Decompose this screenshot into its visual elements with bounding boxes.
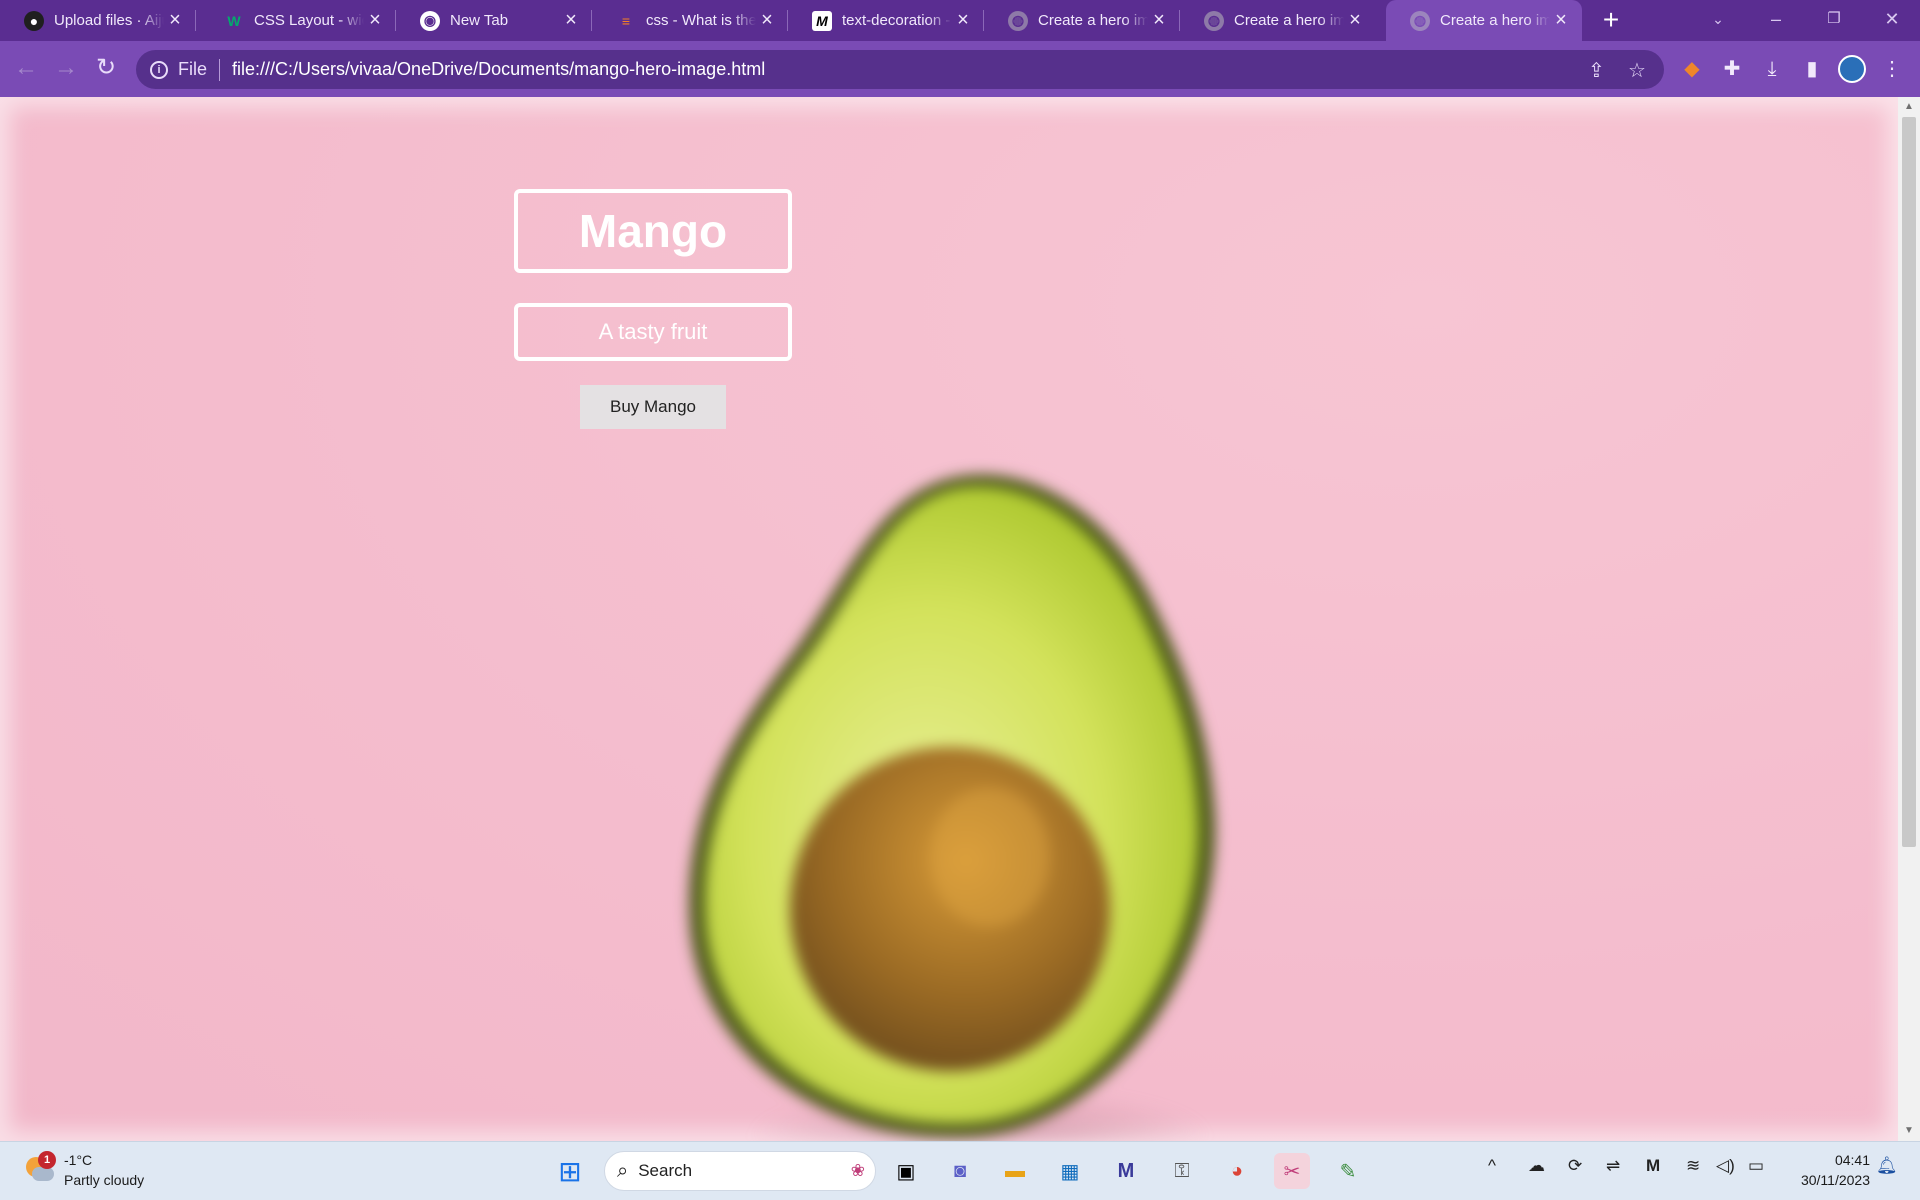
- tab-stackoverflow[interactable]: ≡ css - What is the ×: [592, 0, 788, 41]
- hero-subtitle: A tasty fruit: [514, 303, 792, 361]
- github-icon: ●: [24, 10, 44, 31]
- close-tab-icon[interactable]: ×: [1148, 9, 1170, 32]
- weather-widget[interactable]: 1 -1°C Partly cloudy: [22, 1150, 144, 1190]
- wifi-icon[interactable]: ≋: [1686, 1156, 1700, 1176]
- task-view-icon[interactable]: ▣: [888, 1153, 924, 1189]
- scrollbar-thumb[interactable]: [1902, 117, 1916, 847]
- info-icon[interactable]: i: [150, 60, 168, 79]
- tab-title: CSS Layout - wid: [254, 12, 364, 29]
- scheme-label: File: [178, 59, 208, 79]
- weather-temperature: -1°C: [64, 1152, 93, 1168]
- close-tab-icon[interactable]: ×: [560, 9, 582, 32]
- taskbar-search[interactable]: ⌕ Search ❀: [604, 1151, 876, 1191]
- tab-upload-files[interactable]: ● Upload files · Aiju ×: [0, 0, 196, 41]
- notifications-bell-icon[interactable]: 🔔︎: [1876, 1156, 1898, 1176]
- avocado-image: [689, 474, 1216, 1141]
- mdn-icon: M: [812, 10, 832, 31]
- mail-tray-icon[interactable]: M: [1646, 1156, 1660, 1176]
- key-app-icon[interactable]: ⚿: [1164, 1153, 1200, 1189]
- new-tab-button[interactable]: +: [1596, 6, 1626, 36]
- downloads-icon[interactable]: ⤓: [1756, 53, 1788, 85]
- side-panel-icon[interactable]: ▮: [1796, 53, 1828, 85]
- reload-button[interactable]: ↻: [88, 51, 124, 87]
- windows-start-icon[interactable]: ⊞: [552, 1153, 588, 1189]
- scroll-down-arrow[interactable]: ▼: [1902, 1125, 1916, 1136]
- settings-sliders-icon[interactable]: ⇌: [1606, 1156, 1620, 1176]
- tab-title: Create a hero im: [1038, 12, 1148, 29]
- minimize-button[interactable]: –: [1748, 0, 1804, 41]
- hero-title: Mango: [514, 189, 792, 273]
- address-divider: [219, 58, 221, 81]
- bookmark-star-icon[interactable]: ☆: [1628, 58, 1646, 83]
- hero-text: Mango A tasty fruit Buy Mango: [514, 189, 792, 429]
- close-tab-icon[interactable]: ×: [364, 9, 386, 32]
- sync-icon[interactable]: ⟳: [1568, 1156, 1582, 1176]
- close-window-button[interactable]: ✕: [1864, 0, 1920, 41]
- forward-button[interactable]: →: [48, 51, 84, 87]
- snipping-tool-icon[interactable]: ✂: [1274, 1153, 1310, 1189]
- tab-separator: [195, 10, 196, 31]
- file-explorer-icon[interactable]: ▬: [997, 1153, 1033, 1189]
- volume-icon[interactable]: ◁): [1716, 1156, 1735, 1176]
- w3schools-icon: W: [227, 12, 241, 29]
- browser-toolbar: ← → ↻ i File file:///C:/Users/vivaa/OneD…: [0, 41, 1920, 97]
- mail-app-icon[interactable]: M: [1108, 1153, 1144, 1189]
- tab-title: New Tab: [450, 12, 509, 29]
- clock-time: 04:41: [1834, 1152, 1870, 1168]
- chrome-icon: ◉: [420, 10, 440, 31]
- battery-icon[interactable]: ▭: [1748, 1156, 1764, 1176]
- page-viewport: Mango A tasty fruit Buy Mango ▲ ▼: [0, 97, 1920, 1141]
- share-icon[interactable]: ⇪: [1588, 58, 1605, 83]
- address-bar[interactable]: i File file:///C:/Users/vivaa/OneDrive/D…: [136, 50, 1664, 89]
- close-tab-icon[interactable]: ×: [952, 9, 974, 32]
- globe-icon: ◍: [1410, 10, 1430, 31]
- system-clock[interactable]: 04:41 30/11/2023: [1780, 1150, 1870, 1190]
- metamask-extension-icon[interactable]: ◆: [1676, 53, 1708, 85]
- url-text[interactable]: file:///C:/Users/vivaa/OneDrive/Document…: [232, 59, 765, 80]
- tab-new-tab[interactable]: ◉ New Tab ×: [396, 0, 592, 41]
- close-tab-icon[interactable]: ×: [1550, 9, 1572, 32]
- notification-badge: 1: [38, 1151, 56, 1169]
- tab-title: css - What is the: [646, 12, 756, 29]
- close-tab-icon[interactable]: ×: [1344, 9, 1366, 32]
- tab-title: text-decoration -: [842, 12, 951, 29]
- paint-app-icon[interactable]: ✎: [1330, 1153, 1366, 1189]
- teams-chat-icon[interactable]: ◙: [942, 1153, 978, 1189]
- menu-kebab-icon[interactable]: ⋮: [1876, 53, 1908, 85]
- profile-avatar[interactable]: [1836, 53, 1868, 85]
- tab-hero-image-1[interactable]: ◍ Create a hero im ×: [984, 0, 1180, 41]
- show-hidden-icons-chevron[interactable]: ^: [1488, 1156, 1496, 1176]
- restore-button[interactable]: ❐: [1806, 0, 1862, 41]
- search-highlight-icon: ❀: [850, 1161, 865, 1180]
- back-button[interactable]: ←: [8, 51, 44, 87]
- close-tab-icon[interactable]: ×: [164, 9, 186, 32]
- tab-css-layout[interactable]: W CSS Layout - wid ×: [200, 0, 396, 41]
- extensions-puzzle-icon[interactable]: ✚: [1716, 53, 1748, 85]
- tab-hero-image-active[interactable]: ◍ Create a hero im ×: [1386, 0, 1582, 41]
- search-placeholder: Search: [638, 1161, 693, 1180]
- close-tab-icon[interactable]: ×: [756, 9, 778, 32]
- search-icon: ⌕: [617, 1159, 629, 1182]
- buy-mango-button[interactable]: Buy Mango: [580, 385, 726, 429]
- windows-taskbar: 1 -1°C Partly cloudy ⊞ ⌕ Search ❀ ▣ ◙ ▬ …: [0, 1141, 1920, 1200]
- scroll-up-arrow[interactable]: ▲: [1902, 101, 1916, 112]
- tab-title: Create a hero im: [1440, 12, 1550, 29]
- partly-cloudy-icon: 1: [22, 1151, 56, 1185]
- stackoverflow-icon: ≡: [621, 12, 631, 29]
- clock-date: 30/11/2023: [1800, 1172, 1870, 1188]
- tab-hero-image-2[interactable]: ◍ Create a hero im ×: [1180, 0, 1376, 41]
- chrome-taskbar-icon[interactable]: ◕: [1219, 1153, 1255, 1189]
- tab-title: Upload files · Aiju: [54, 12, 164, 29]
- microsoft-store-icon[interactable]: ▦: [1052, 1153, 1088, 1189]
- globe-icon: ◍: [1008, 10, 1028, 31]
- tab-search-chevron-icon[interactable]: ⌄: [1690, 0, 1746, 41]
- tab-text-decoration[interactable]: M text-decoration - ×: [788, 0, 984, 41]
- tab-strip: ● Upload files · Aiju × W CSS Layout - w…: [0, 0, 1920, 41]
- onedrive-icon[interactable]: ☁: [1528, 1156, 1545, 1176]
- weather-condition: Partly cloudy: [64, 1172, 145, 1188]
- tab-title: Create a hero im: [1234, 12, 1344, 29]
- globe-icon: ◍: [1204, 10, 1224, 31]
